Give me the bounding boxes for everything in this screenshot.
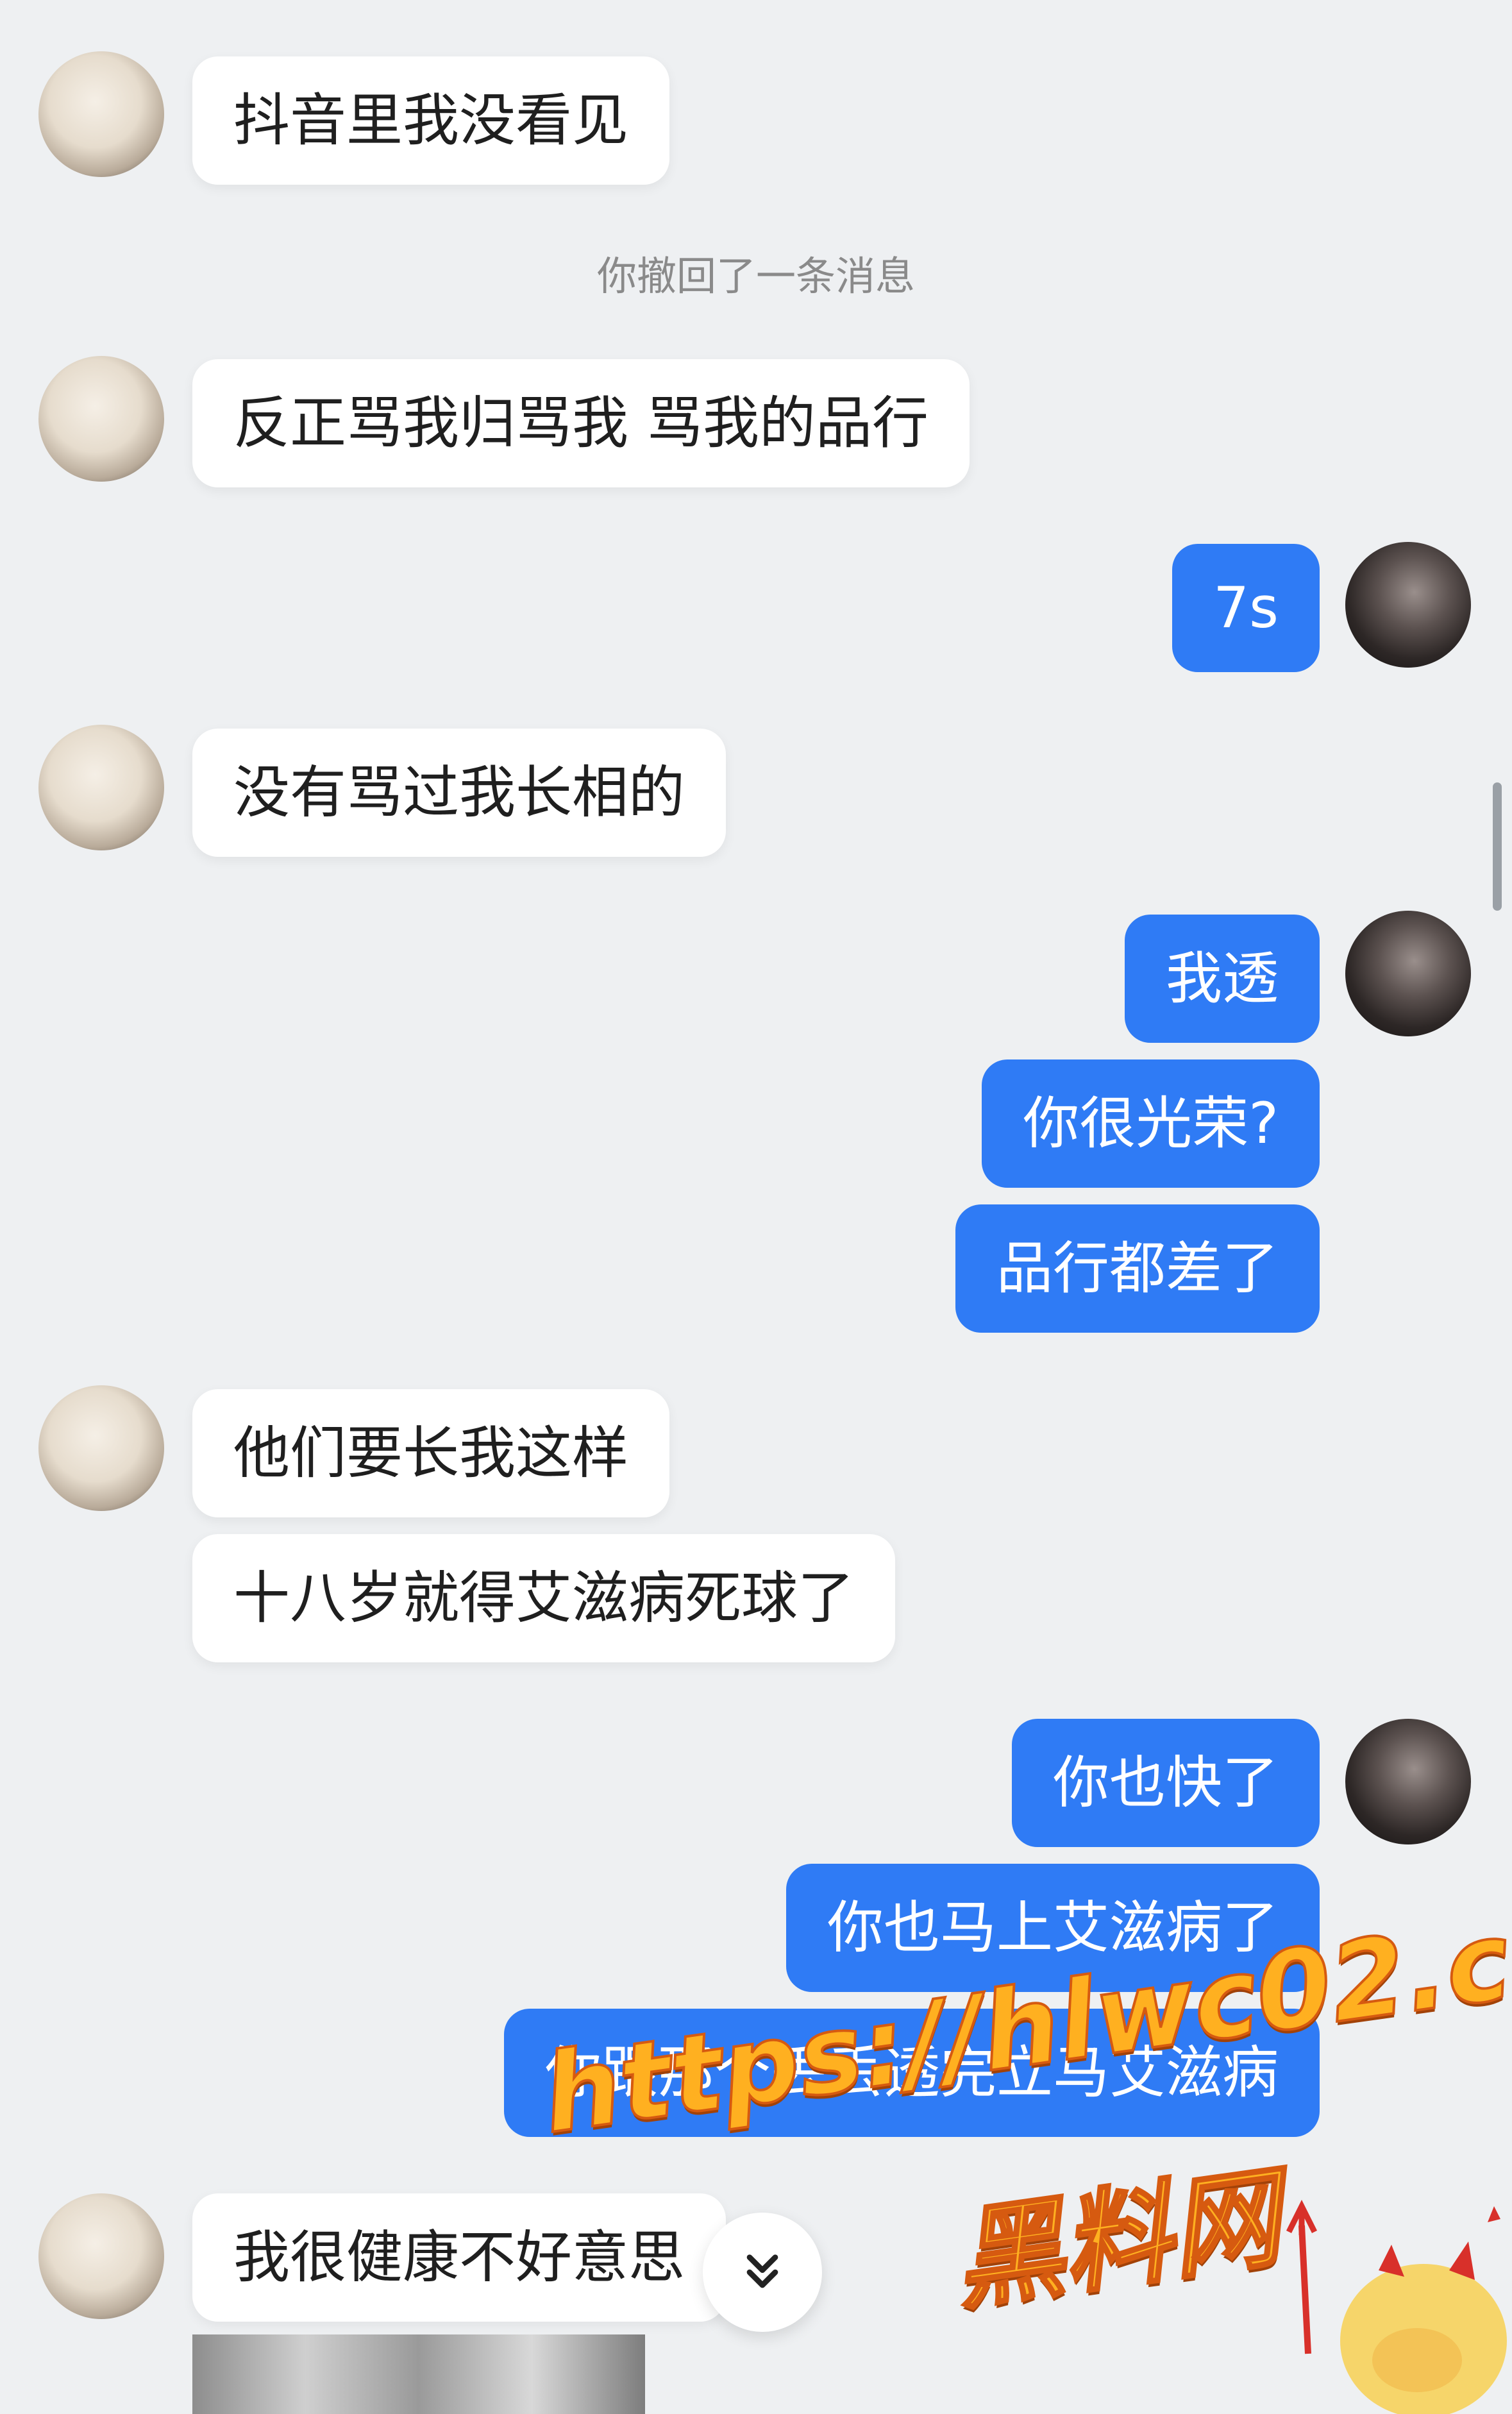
contact-avatar[interactable] [38, 2193, 164, 2319]
message-bubble[interactable]: 我透 [1124, 915, 1320, 1043]
contact-avatar[interactable] [38, 356, 164, 482]
devil-sticker-icon [1286, 2199, 1507, 2414]
message-bubble[interactable]: 抖音里我没看见 [192, 56, 670, 185]
contact-avatar[interactable] [38, 51, 164, 177]
message-bubble[interactable]: 他们要长我这样 [192, 1389, 670, 1517]
contact-avatar[interactable] [38, 725, 164, 850]
watermark-site: 黑料网 [945, 2153, 1289, 2327]
contact-avatar[interactable] [38, 1385, 164, 1511]
message-bubble[interactable]: 十八岁就得艾滋病死球了 [192, 1534, 896, 1662]
message-bubble[interactable]: 我很健康不好意思 [192, 2193, 727, 2322]
scrollbar[interactable] [1493, 782, 1502, 911]
message-bubble[interactable]: 反正骂我归骂我 骂我的品行 [192, 359, 970, 487]
self-avatar[interactable] [1345, 1719, 1471, 1844]
scroll-to-bottom-button[interactable] [703, 2213, 822, 2332]
self-avatar[interactable] [1345, 911, 1471, 1036]
message-bubble[interactable]: 你很光荣? [982, 1059, 1320, 1188]
message-bubble[interactable]: 没有骂过我长相的 [192, 729, 727, 857]
self-avatar[interactable] [1345, 542, 1471, 668]
message-bubble[interactable]: 你也快了 [1011, 1719, 1320, 1847]
recall-notice: 你撤回了一条消息 [596, 253, 915, 300]
message-bubble[interactable]: 品行都差了 [955, 1204, 1320, 1333]
message-bubble[interactable]: 7s [1172, 544, 1320, 672]
double-chevron-down-icon [746, 2254, 778, 2288]
image-message[interactable] [192, 2334, 645, 2414]
